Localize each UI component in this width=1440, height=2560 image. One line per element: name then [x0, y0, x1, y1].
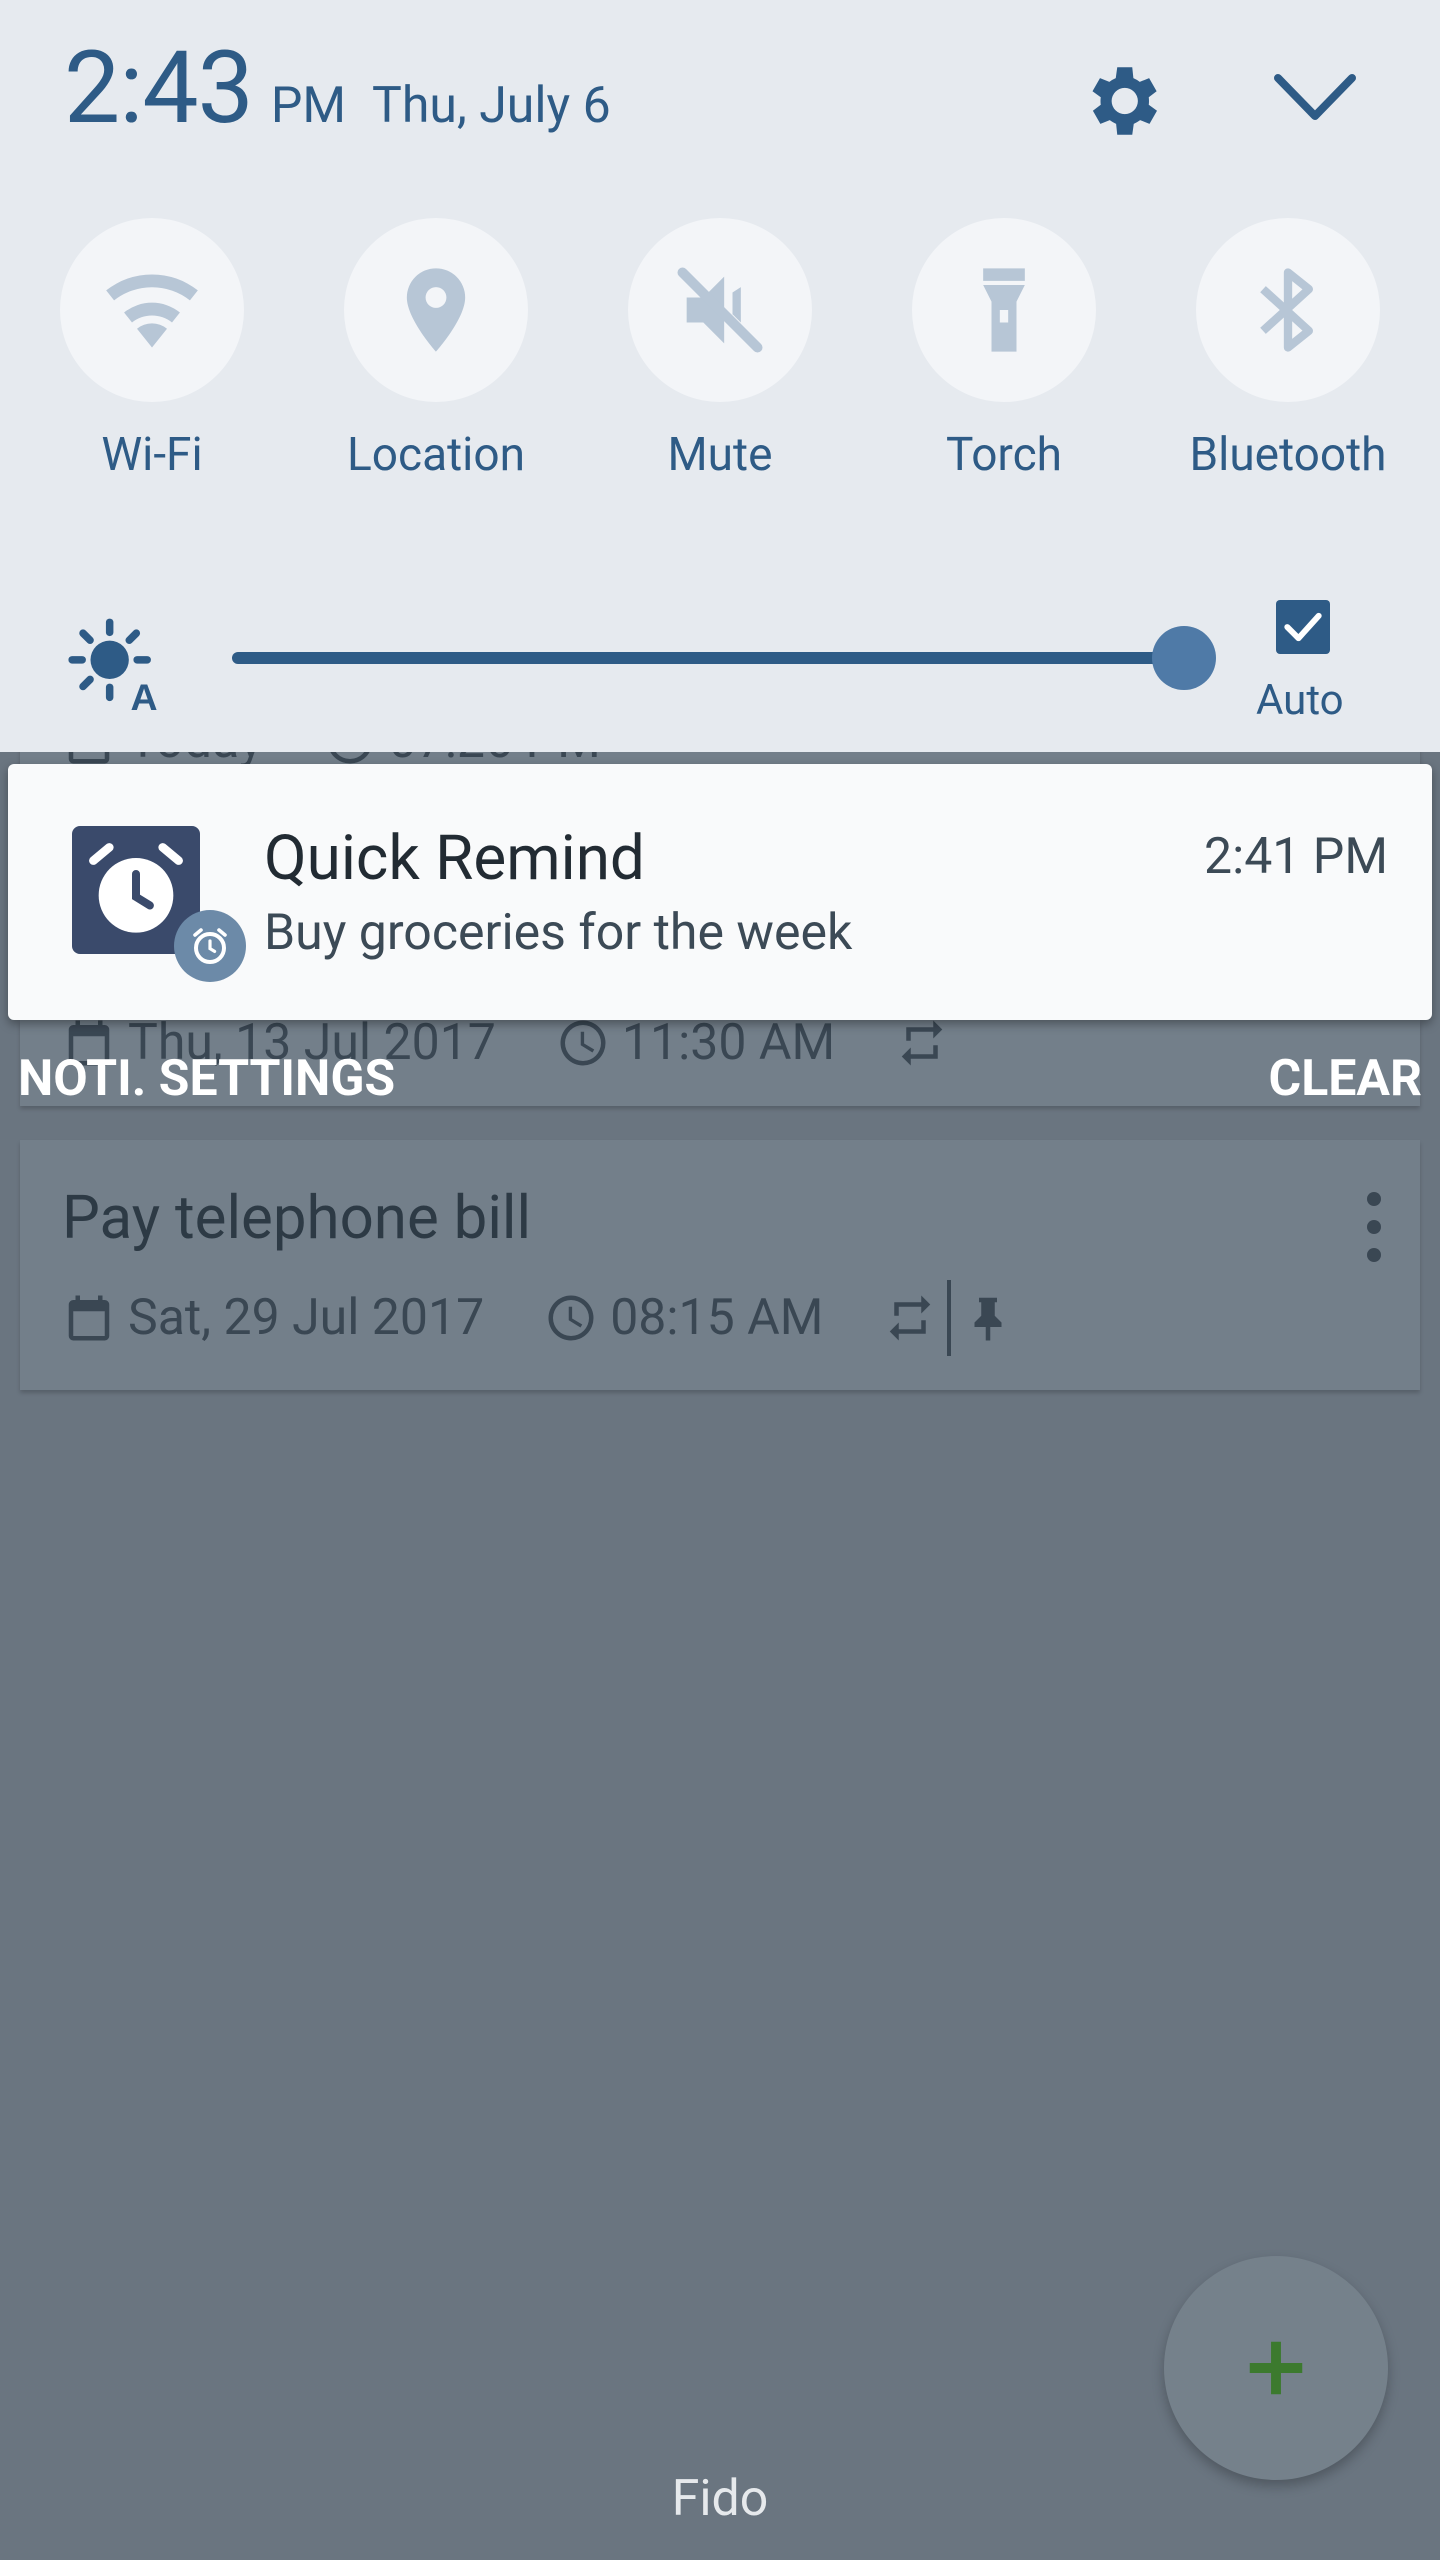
clock-time: 2:43 [64, 30, 254, 147]
checkmark-icon [1284, 612, 1322, 642]
auto-brightness-icon: A [68, 618, 158, 714]
add-reminder-button[interactable] [1164, 2256, 1388, 2480]
bluetooth-icon [1260, 268, 1313, 352]
calendar-icon [68, 1295, 110, 1341]
reminder-date: Sat, 29 Jul 2017 [128, 1289, 485, 1347]
wifi-icon [106, 274, 198, 348]
tile-mute[interactable]: Mute [580, 218, 860, 482]
pin-icon [974, 1297, 1002, 1341]
notification-text: Buy groceries for the week [264, 904, 853, 962]
auto-brightness-checkbox[interactable] [1276, 600, 1330, 654]
status-clock: 2:43 PM Thu, July 6 [64, 30, 611, 147]
torch-icon [983, 268, 1025, 352]
noti-settings-button[interactable]: NOTI. SETTINGS [18, 1050, 395, 1108]
plus-icon [1249, 2341, 1303, 2395]
clock-ampm: PM [270, 77, 347, 135]
brightness-slider[interactable] [232, 652, 1184, 664]
tile-torch[interactable]: Torch [864, 218, 1144, 482]
tile-label: Torch [945, 428, 1063, 482]
divider [947, 1280, 952, 1356]
collapse-button[interactable] [1272, 64, 1358, 134]
clear-button[interactable]: CLEAR [1268, 1050, 1422, 1108]
tile-bluetooth[interactable]: Bluetooth [1148, 218, 1428, 482]
notification-title: Quick Remind [264, 822, 645, 895]
quick-remind-notification[interactable]: Quick Remind 2:41 PM Buy groceries for t… [8, 764, 1432, 1020]
reminder-time: 08:15 AM [610, 1289, 824, 1347]
tile-label: Mute [667, 428, 773, 482]
tile-label: Location [347, 428, 525, 482]
auto-brightness-label: Auto [1256, 676, 1344, 725]
tile-label: Bluetooth [1189, 428, 1387, 482]
tile-label: Wi-Fi [101, 428, 203, 482]
reminder-title: Pay telephone bill [62, 1182, 532, 1253]
reminder-meta: Sat, 29 Jul 2017 08:15 AM [62, 1280, 1015, 1356]
clock-icon [548, 1295, 594, 1341]
location-pin-icon [406, 268, 466, 352]
gear-icon [1092, 67, 1157, 135]
settings-button[interactable] [1076, 56, 1166, 146]
reminder-card[interactable]: Pay telephone bill Sat, 29 Jul 2017 08:1… [20, 1140, 1420, 1390]
brightness-slider-thumb[interactable] [1152, 626, 1216, 690]
notification-time: 2:41 PM [1203, 828, 1388, 886]
tile-wifi[interactable]: Wi-Fi [12, 218, 292, 482]
mute-icon [677, 267, 763, 353]
carrier-label: Fido [671, 2470, 769, 2528]
alarm-clock-icon [193, 928, 227, 964]
chevron-down-icon [1274, 74, 1356, 120]
noti-bar: NOTI. SETTINGS CLEAR [0, 1050, 1440, 1120]
brightness-control: A Auto [0, 600, 1440, 725]
notification-shade: 2:43 PM Thu, July 6 Wi-Fi Location Mute [0, 0, 1440, 752]
small-app-badge [174, 910, 246, 982]
overflow-menu-button[interactable] [1364, 1192, 1384, 1262]
repeat-icon [890, 1295, 931, 1341]
tile-location[interactable]: Location [296, 218, 576, 482]
clock-date: Thu, July 6 [372, 77, 611, 135]
svg-text:A: A [131, 676, 158, 714]
